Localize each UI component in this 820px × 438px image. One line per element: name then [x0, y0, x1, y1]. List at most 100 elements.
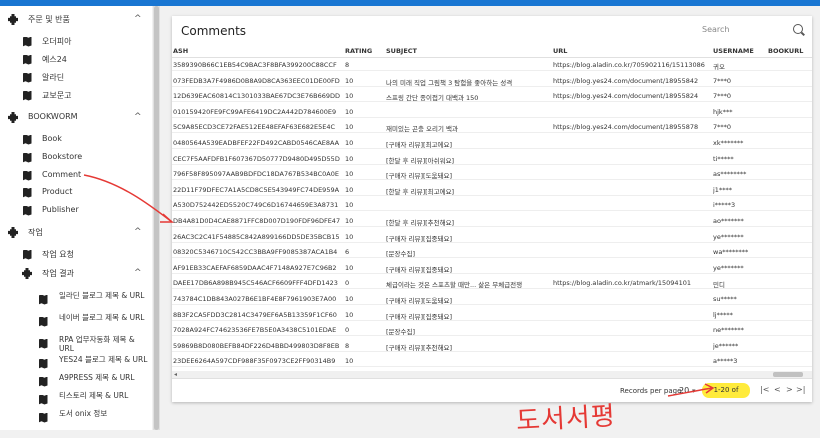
table-row[interactable]: 5C9A85ECD3CE72FAE512EE48EFAF63E682E5E4C 1…: [172, 120, 812, 134]
sidebar-item-label: 티스토리 제목 & URL: [59, 391, 129, 400]
cell-subject: [문장수집]: [386, 250, 415, 259]
horizontal-scrollbar[interactable]: ◂: [172, 371, 812, 378]
sidebar-item[interactable]: 작업 결과 ^: [0, 264, 152, 282]
chevron-up-icon[interactable]: ^: [134, 14, 142, 24]
prev-page-icon[interactable]: <: [774, 385, 781, 394]
sidebar-item[interactable]: 도서 onix 정보: [0, 408, 152, 426]
cell-url: https://blog.yes24.com/document/18955842: [553, 76, 699, 85]
cell-username: 7***0: [713, 123, 732, 132]
horizontal-scrollbar-thumb[interactable]: [773, 372, 803, 377]
sidebar-item[interactable]: YES24 블로그 제목 & URL: [0, 354, 152, 372]
cell-username: a*****3: [713, 357, 738, 366]
cell-rating: 10: [345, 107, 354, 116]
column-header-bookurl[interactable]: BOOKURL: [768, 47, 803, 55]
cell-rating: 10: [345, 185, 354, 194]
cell-hash: 7028A924FC74623536FE7B5E0A3438C5101EDAE: [173, 326, 337, 335]
chevron-up-icon[interactable]: ^: [134, 112, 142, 122]
table-row[interactable]: 23DEE6264A597CDF988F35F0973CE2FF90314B9 1…: [172, 354, 812, 368]
sidebar-item[interactable]: 교보문고: [0, 86, 152, 104]
table-row[interactable]: CEC7F5AAFDFB1F607367D50777D9480D495D55D 1…: [172, 152, 812, 165]
cell-username: ne*******: [713, 326, 744, 335]
column-header-rating[interactable]: RATING: [345, 47, 373, 55]
pagination-bar: Records per page: 20 ▾ 1-20 of 29747 |< …: [172, 378, 812, 402]
sidebar-item[interactable]: BOOKWORM ^: [0, 108, 152, 126]
table-row[interactable]: AF91EB33CAEFAF6859DAAC4F7148A927E7C96B2 1…: [172, 261, 812, 274]
cell-subject: [문장수집]: [386, 328, 415, 337]
sidebar-item[interactable]: 오더피아: [0, 32, 152, 50]
table-row[interactable]: 3589390B66C1EB54C9BAC3F8BFA399200C88CCF 8…: [172, 58, 812, 71]
table-row[interactable]: 12D639EAC60814C1301033BAE67DC3E76B669DD 1…: [172, 89, 812, 103]
map-icon: [22, 170, 32, 181]
sidebar-item[interactable]: 네이버 블로그 제목 & URL: [0, 312, 152, 330]
column-header-url[interactable]: URL: [553, 47, 709, 55]
cell-rating: 10: [345, 263, 354, 272]
table-row[interactable]: 59869B8D080BEFB84DF226D4BBD499803D8F8EB 8…: [172, 339, 812, 352]
table-row[interactable]: 7028A924FC74623536FE7B5E0A3438C5101EDAE 0…: [172, 323, 812, 337]
last-page-icon[interactable]: >|: [796, 385, 805, 394]
sidebar-item[interactable]: 주문 및 반품 ^: [0, 10, 152, 28]
scroll-left-icon[interactable]: ◂: [174, 371, 177, 378]
sidebar-item[interactable]: RPA 업무자동화 제목 & URL: [0, 334, 152, 353]
sidebar-item-label: 네이버 블로그 제목 & URL: [59, 313, 145, 322]
table-row[interactable]: A530D752442ED5520C749C6D16744659E3A8731 1…: [172, 198, 812, 212]
map-icon: [38, 412, 48, 423]
chevron-up-icon[interactable]: ^: [134, 268, 142, 278]
cell-subject: 재미있는 곤충 오리기 백과: [386, 125, 458, 134]
cell-hash: 0480564A539EADBFEF22FD492CABD0546CAE8AA: [173, 139, 340, 147]
sidebar-scrollbar-thumb[interactable]: [154, 6, 159, 430]
sidebar-item[interactable]: Comment: [0, 166, 152, 184]
cell-rating: 10: [345, 76, 354, 85]
table-row[interactable]: DB4A81D0D4CAE8871FFC8D007D190FDF96DFE47 1…: [172, 214, 812, 227]
table-row[interactable]: 26AC3C2C41F54885C842A899166DD5DE35BCB15 1…: [172, 230, 812, 243]
sidebar-item[interactable]: 작업 요청: [0, 245, 152, 263]
sidebar-item[interactable]: 알라딘: [0, 68, 152, 86]
map-icon: [38, 394, 48, 405]
first-page-icon[interactable]: |<: [760, 385, 769, 394]
table-row[interactable]: 073FEDB3A7F4986D0B8A9D8CA363EEC01DE00FD 1…: [172, 74, 812, 87]
column-header-hash[interactable]: ASH: [173, 47, 341, 55]
sidebar-item[interactable]: 예스24: [0, 50, 152, 68]
rows-per-page-select[interactable]: 20: [679, 386, 689, 395]
sidebar-item[interactable]: Book: [0, 130, 152, 148]
cell-hash: 073FEDB3A7F4986D0B8A9D8CA363EEC01DE00FD: [173, 76, 340, 85]
sidebar-item[interactable]: Publisher: [0, 201, 152, 219]
table-row[interactable]: 796F58F895097AAB9BDFDC18DA767B534BC0A0E 1…: [172, 167, 812, 181]
sidebar-item-label: Product: [42, 187, 73, 196]
cell-hash: 010159420FE9FC99AFE6419DC2A442D784600E9: [173, 107, 337, 116]
cell-username: j1****: [713, 185, 732, 194]
sidebar-item[interactable]: 일라딘 블로그 제목 & URL: [0, 290, 152, 308]
rows-per-page-label: Records per page:: [620, 387, 684, 395]
table-row[interactable]: 743784C1DB843A027B6E1BF4E8F7961903E7A00 1…: [172, 292, 812, 305]
cell-rating: 10: [345, 310, 354, 319]
table-row[interactable]: 010159420FE9FC99AFE6419DC2A442D784600E9 1…: [172, 105, 812, 118]
sidebar-item[interactable]: A9PRESS 제목 & URL: [0, 372, 152, 390]
cell-rating: 0: [345, 326, 350, 335]
cell-username: 귀오: [713, 63, 725, 71]
sidebar-item[interactable]: 티스토리 제목 & URL: [0, 390, 152, 408]
sidebar-item[interactable]: Product: [0, 183, 152, 201]
cell-rating: 0: [345, 279, 350, 288]
table-row[interactable]: 08320C5346710C542CC3BBA9FF9085387ACA1B4 6…: [172, 245, 812, 259]
sidebar-item[interactable]: 작업 ^: [0, 223, 152, 241]
column-header-username[interactable]: USERNAME: [713, 47, 763, 55]
sidebar-scrollbar[interactable]: [153, 6, 160, 430]
table-row[interactable]: 22D11F79DFEC7A1A5CD8C5E543949FC74DE959A 1…: [172, 183, 812, 196]
column-header-subject[interactable]: SUBJECT: [386, 47, 551, 55]
next-page-icon[interactable]: >: [786, 385, 793, 394]
search-input[interactable]: Search: [702, 25, 729, 34]
table-row[interactable]: DAEE17DB6A898B945C546ACF6609FFF4DFD1423 0…: [172, 276, 812, 290]
chevron-up-icon[interactable]: ^: [134, 227, 142, 237]
table-row[interactable]: 0480564A539EADBFEF22FD492CABD0546CAE8AA 1…: [172, 136, 812, 149]
sidebar-item-label: 일라딘 블로그 제목 & URL: [59, 291, 145, 300]
map-icon: [22, 36, 32, 47]
sidebar-item[interactable]: Bookstore: [0, 148, 152, 166]
cell-url: https://blog.aladin.co.kr/705902116/1511…: [553, 61, 705, 69]
chevron-down-icon[interactable]: ▾: [692, 387, 696, 395]
cell-subject: [구매자 리뷰][도움돼요]: [386, 172, 453, 181]
gear-icon: [22, 268, 32, 279]
cell-username: lj*****: [713, 310, 733, 319]
cell-username: ye*******: [713, 232, 744, 241]
search-icon[interactable]: [793, 24, 803, 34]
table-row[interactable]: 8B3F2CA5FDD3C2814C3479EF6A5B13359F1CF60 1…: [172, 308, 812, 321]
cell-subject: [구매자 리뷰][집중돼요]: [386, 265, 453, 274]
